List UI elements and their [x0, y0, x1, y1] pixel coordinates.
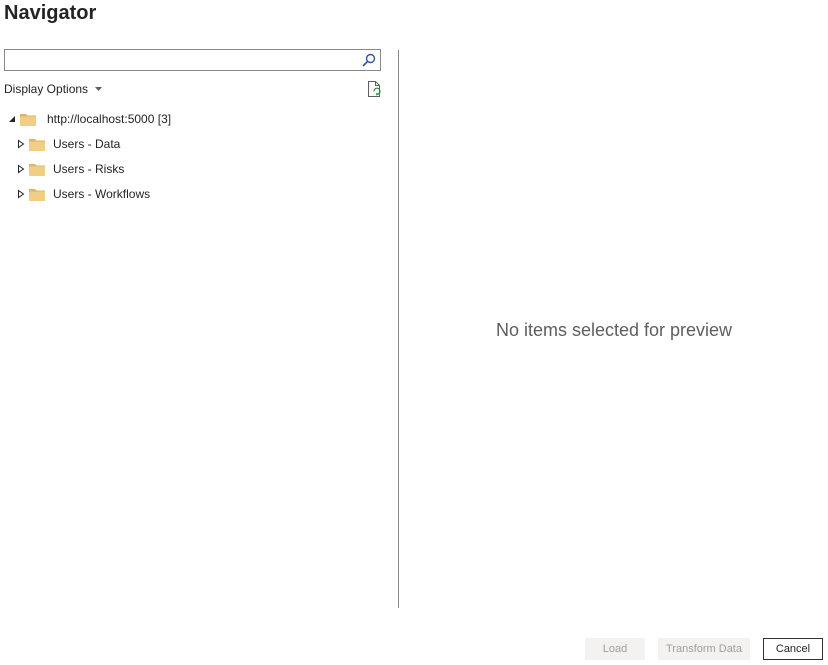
- cancel-button[interactable]: Cancel: [763, 638, 823, 660]
- search-icon[interactable]: [361, 52, 377, 68]
- collapsed-triangle-icon[interactable]: [16, 164, 26, 174]
- collapsed-triangle-icon[interactable]: [16, 189, 26, 199]
- search-field[interactable]: [4, 49, 381, 71]
- load-button[interactable]: Load: [585, 638, 645, 660]
- tree-item-label: Users - Data: [53, 137, 121, 151]
- folder-icon: [29, 138, 45, 151]
- tree-item-users-risks[interactable]: Users - Risks: [16, 158, 124, 180]
- tree-item-users-data[interactable]: Users - Data: [16, 133, 120, 155]
- folder-icon: [29, 163, 45, 176]
- display-options-dropdown[interactable]: Display Options: [4, 81, 103, 97]
- collapsed-triangle-icon[interactable]: [16, 139, 26, 149]
- tree-item-users-workflows[interactable]: Users - Workflows: [16, 183, 150, 205]
- preview-empty-message: No items selected for preview: [495, 320, 733, 340]
- refresh-document-icon[interactable]: [365, 80, 383, 98]
- display-options-label: Display Options: [4, 82, 89, 96]
- window-title: Navigator: [4, 2, 97, 24]
- expanded-triangle-icon[interactable]: [8, 114, 18, 124]
- tree-item-label: Users - Risks: [53, 162, 125, 176]
- chevron-down-icon: [95, 86, 103, 91]
- tree-item-label: Users - Workflows: [53, 187, 151, 201]
- tree-root-label: http://localhost:5000 [3]: [47, 112, 172, 126]
- search-input[interactable]: [5, 50, 363, 70]
- transform-data-button[interactable]: Transform Data: [658, 638, 750, 660]
- tree-root-item[interactable]: http://localhost:5000 [3]: [8, 108, 171, 130]
- pane-divider[interactable]: [398, 50, 399, 608]
- folder-icon: [20, 113, 36, 126]
- folder-icon: [29, 188, 45, 201]
